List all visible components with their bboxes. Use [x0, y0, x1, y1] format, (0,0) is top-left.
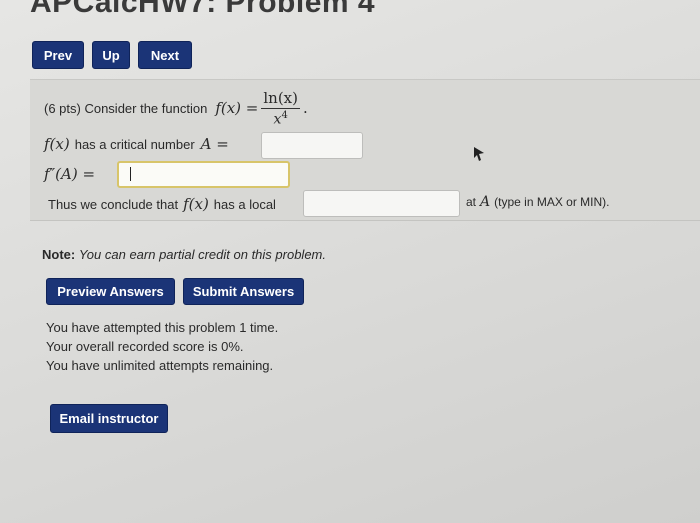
problem-intro: (6 pts) Consider the function [44, 100, 208, 116]
recorded-score: Your overall recorded score is 0%. [46, 339, 244, 354]
critical-number-input[interactable] [261, 132, 363, 159]
partial-credit-note: Note: You can earn partial credit on thi… [42, 247, 326, 262]
email-instructor-button[interactable]: Email instructor [50, 404, 168, 433]
second-derivative-row: f″(A) = [44, 165, 95, 183]
max-min-input[interactable] [303, 190, 460, 217]
critical-var: A = [200, 135, 229, 153]
conclusion-at: at [466, 195, 477, 209]
problem-nav: Prev Up Next [32, 41, 192, 69]
second-derivative-label: f″(A) = [44, 165, 96, 183]
page-title: APCalcHW7: Problem 4 [30, 0, 376, 19]
answer-actions: Preview Answers Submit Answers [46, 278, 304, 305]
up-button[interactable]: Up [92, 41, 130, 69]
statement-period: . [303, 99, 308, 118]
problem-panel: (6 pts) Consider the function f(x) = ln(… [30, 79, 700, 221]
text-cursor [130, 167, 131, 181]
attempts-remaining: You have unlimited attempts remaining. [46, 358, 274, 373]
fraction-denominator: x4 [273, 110, 288, 128]
conclusion-fx: f(x) [183, 195, 209, 213]
prev-button[interactable]: Prev [32, 41, 84, 69]
next-button[interactable]: Next [138, 41, 192, 69]
conclusion-suffix: (type in MAX or MIN). [494, 195, 610, 209]
conclusion-row: Thus we conclude that f(x) has a local [48, 195, 276, 213]
function-lhs: f(x) = [215, 99, 259, 118]
problem-statement: (6 pts) Consider the function f(x) = ln(… [44, 89, 308, 128]
attempt-count: You have attempted this problem 1 time. [46, 320, 279, 335]
conclusion-var: A [480, 194, 491, 210]
note-label: Note: [42, 247, 76, 262]
attempt-status: You have attempted this problem 1 time. … [46, 318, 278, 375]
second-derivative-input[interactable] [117, 161, 290, 188]
critical-number-row: f(x) has a critical number A = [44, 135, 229, 153]
submit-answers-button[interactable]: Submit Answers [183, 278, 304, 305]
critical-text: has a critical number [74, 136, 195, 152]
conclusion-suffix-row: at A (type in MAX or MIN). [466, 194, 610, 210]
fraction-bar [261, 108, 300, 109]
preview-answers-button[interactable]: Preview Answers [46, 278, 175, 305]
conclusion-prefix: Thus we conclude that [48, 196, 179, 212]
function-fraction: ln(x) x4 [261, 89, 300, 128]
fraction-numerator: ln(x) [263, 89, 298, 107]
critical-fx: f(x) [44, 135, 70, 153]
mouse-pointer-icon [474, 147, 484, 161]
conclusion-mid: has a local [213, 196, 276, 212]
note-text: You can earn partial credit on this prob… [78, 247, 326, 262]
